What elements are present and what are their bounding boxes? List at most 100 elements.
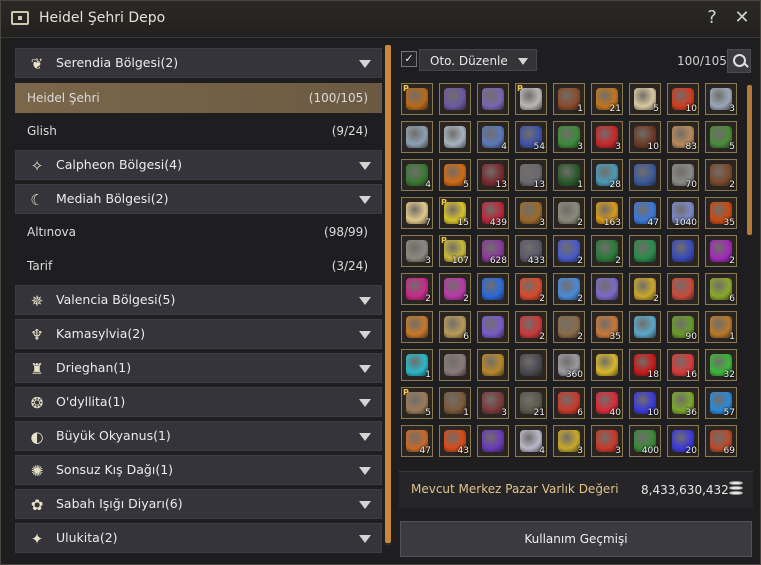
close-button[interactable]: ✕	[731, 7, 753, 29]
title-bar[interactable]: Heidel Şehri Depo ? ✕	[1, 1, 760, 38]
storage-slot[interactable]: 1	[553, 159, 585, 191]
storage-slot[interactable]: 4	[477, 121, 509, 153]
storage-slot[interactable]: 2	[553, 197, 585, 229]
storage-slot[interactable]: 433	[515, 235, 547, 267]
storage-slot[interactable]: 70	[667, 159, 699, 191]
storage-slot[interactable]: 16	[667, 349, 699, 381]
storage-slot[interactable]: 5	[629, 83, 661, 115]
region-ulukita[interactable]: ✦ Ulukita(2)	[15, 523, 382, 553]
storage-slot[interactable]: 40	[591, 387, 623, 419]
storage-slot[interactable]: 4	[401, 159, 433, 191]
storage-slot[interactable]: 163	[591, 197, 623, 229]
storage-slot[interactable]: 5	[439, 159, 471, 191]
storage-slot[interactable]	[401, 311, 433, 343]
storage-slot[interactable]: 628	[477, 235, 509, 267]
storage-slot[interactable]: 36	[667, 387, 699, 419]
storage-slot[interactable]: 10	[629, 121, 661, 153]
storage-slot[interactable]: 3	[515, 197, 547, 229]
storage-slot[interactable]	[629, 311, 661, 343]
storage-slot[interactable]: 3	[401, 235, 433, 267]
city-tarif[interactable]: Tarif (3/24)	[15, 251, 382, 281]
region-drieghan[interactable]: ♜ Drieghan(1)	[15, 353, 382, 383]
usage-history-button[interactable]: Kullanım Geçmişi	[400, 521, 752, 557]
storage-slot[interactable]	[515, 349, 547, 381]
storage-slot[interactable]	[629, 159, 661, 191]
storage-slot[interactable]: P 107	[439, 235, 471, 267]
storage-slot[interactable]: P	[515, 83, 547, 115]
storage-slot[interactable]: 2	[591, 235, 623, 267]
region-valencia[interactable]: ✵ Valencia Bölgesi(5)	[15, 285, 382, 315]
storage-slot[interactable]: 20	[667, 425, 699, 457]
storage-slot[interactable]: 1	[553, 83, 585, 115]
storage-slot[interactable]: 3	[591, 425, 623, 457]
region-winter-mountain[interactable]: ✺ Sonsuz Kış Dağı(1)	[15, 455, 382, 485]
storage-slot[interactable]: 28	[591, 159, 623, 191]
storage-slot[interactable]	[591, 273, 623, 305]
storage-slot[interactable]: 1040	[667, 197, 699, 229]
storage-slot[interactable]: 2	[401, 273, 433, 305]
storage-slot[interactable]	[591, 349, 623, 381]
storage-slot[interactable]: 57	[705, 387, 737, 419]
storage-slot[interactable]	[439, 121, 471, 153]
storage-slot[interactable]: 2	[629, 273, 661, 305]
storage-slot[interactable]: 18	[629, 349, 661, 381]
storage-slot[interactable]: 10	[629, 387, 661, 419]
storage-slot[interactable]: 1	[401, 349, 433, 381]
storage-slot[interactable]: 2	[515, 273, 547, 305]
storage-slot[interactable]: 5	[705, 121, 737, 153]
item-grid-scrollbar[interactable]	[747, 85, 752, 235]
storage-slot[interactable]: 360	[553, 349, 585, 381]
storage-slot[interactable]: 2	[553, 235, 585, 267]
storage-slot[interactable]: P	[401, 83, 433, 115]
storage-slot[interactable]: 21	[591, 83, 623, 115]
help-button[interactable]: ?	[701, 7, 723, 29]
storage-slot[interactable]: 43	[439, 425, 471, 457]
storage-slot[interactable]	[477, 311, 509, 343]
storage-slot[interactable]: 47	[401, 425, 433, 457]
storage-slot[interactable]	[667, 235, 699, 267]
storage-slot[interactable]: 2	[553, 311, 585, 343]
storage-slot[interactable]: 400	[629, 425, 661, 457]
region-serendia[interactable]: ❦ Serendia Bölgesi(2)	[15, 48, 382, 78]
storage-slot[interactable]: 32	[705, 349, 737, 381]
storage-slot[interactable]: 13	[515, 159, 547, 191]
region-odyllita[interactable]: ❂ O'dyllita(1)	[15, 387, 382, 417]
storage-slot[interactable]	[439, 349, 471, 381]
city-altinova[interactable]: Altınova (98/99)	[15, 217, 382, 247]
storage-slot[interactable]: 6	[439, 311, 471, 343]
storage-slot[interactable]: 2	[515, 311, 547, 343]
storage-slot[interactable]	[667, 273, 699, 305]
storage-slot[interactable]: 439	[477, 197, 509, 229]
storage-slot[interactable]: 21	[515, 387, 547, 419]
region-calpheon[interactable]: ✧ Calpheon Bölgesi(4)	[15, 150, 382, 180]
storage-slot[interactable]: 83	[667, 121, 699, 153]
region-morning-land[interactable]: ✿ Sabah Işığı Diyarı(6)	[15, 489, 382, 519]
storage-slot[interactable]: 90	[667, 311, 699, 343]
storage-slot[interactable]: 2	[439, 273, 471, 305]
search-button[interactable]	[727, 49, 751, 73]
auto-sort-dropdown[interactable]: Oto. Düzenle	[419, 49, 537, 71]
storage-slot[interactable]: 3	[591, 121, 623, 153]
storage-slot[interactable]: 3	[705, 83, 737, 115]
storage-slot[interactable]: 13	[477, 159, 509, 191]
storage-slot[interactable]	[477, 425, 509, 457]
storage-slot[interactable]: 6	[553, 387, 585, 419]
storage-slot[interactable]	[439, 83, 471, 115]
region-kamasylvia[interactable]: ♆ Kamasylvia(2)	[15, 319, 382, 349]
storage-slot[interactable]: 2	[705, 235, 737, 267]
storage-slot[interactable]: 10	[667, 83, 699, 115]
storage-slot[interactable]: 69	[705, 425, 737, 457]
storage-slot[interactable]	[477, 273, 509, 305]
storage-slot[interactable]: 6	[705, 273, 737, 305]
storage-slot[interactable]	[477, 349, 509, 381]
storage-slot[interactable]	[401, 121, 433, 153]
region-great-ocean[interactable]: ◐ Büyük Okyanus(1)	[15, 421, 382, 451]
storage-slot[interactable]: 7	[401, 197, 433, 229]
storage-slot[interactable]: 3	[477, 387, 509, 419]
region-list-scrollbar[interactable]	[385, 45, 391, 545]
storage-slot[interactable]: 3	[553, 425, 585, 457]
storage-slot[interactable]: 47	[629, 197, 661, 229]
storage-slot[interactable]: 54	[515, 121, 547, 153]
storage-slot[interactable]: 35	[705, 197, 737, 229]
storage-slot[interactable]: 35	[591, 311, 623, 343]
